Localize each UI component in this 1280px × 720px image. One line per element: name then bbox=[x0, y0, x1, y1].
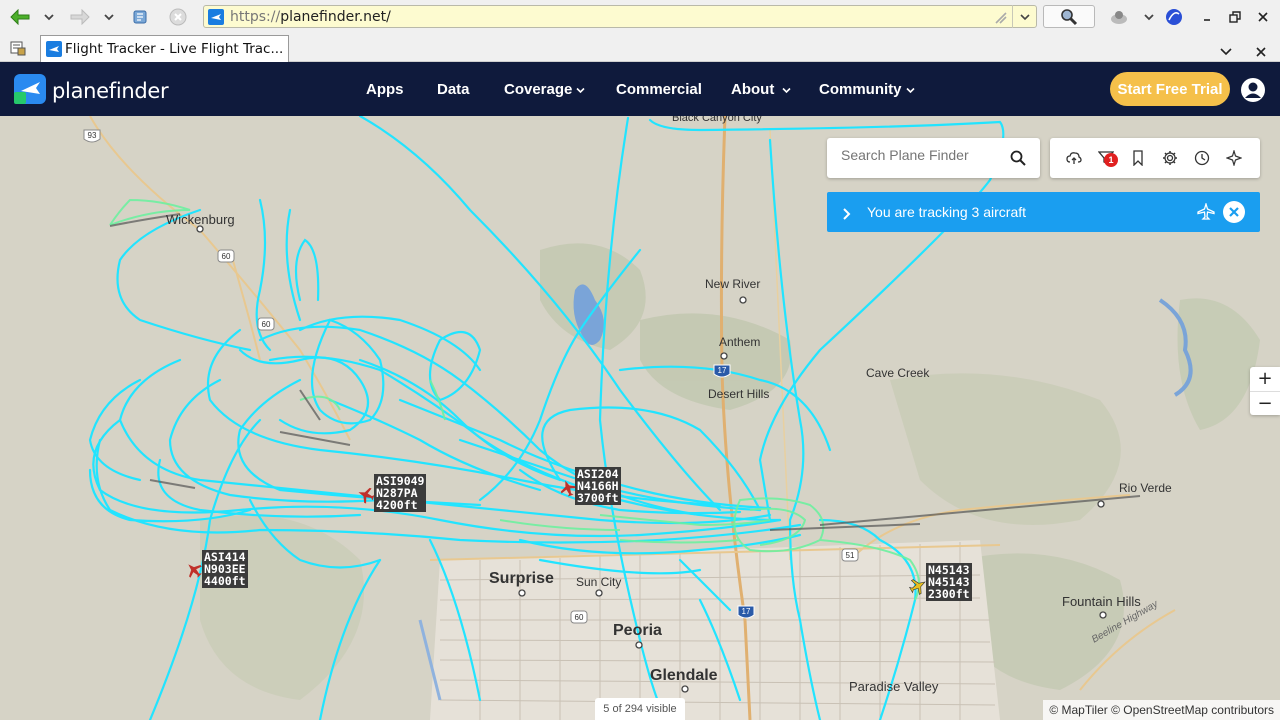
place-label: Cave Creek bbox=[866, 366, 930, 380]
visible-count-badge: 5 of 294 visible bbox=[595, 698, 685, 720]
tab-title: Flight Tracker - Live Flight Trac... bbox=[65, 41, 284, 57]
browser-toolbar: https://planefinder.net/ bbox=[0, 0, 1280, 34]
tracking-text: You are tracking 3 aircraft bbox=[867, 204, 1027, 220]
svg-text:51: 51 bbox=[846, 551, 855, 560]
nav-apps[interactable]: Apps bbox=[366, 81, 404, 98]
svg-text:17: 17 bbox=[718, 366, 727, 375]
nav-community[interactable]: Community bbox=[819, 81, 915, 98]
nav-about[interactable]: About bbox=[731, 81, 791, 98]
place-label: Desert Hills bbox=[708, 387, 770, 401]
stop-icon[interactable] bbox=[168, 6, 188, 28]
search-icon[interactable] bbox=[1010, 150, 1026, 170]
place-label: Anthem bbox=[719, 335, 761, 349]
url-text: https://planefinder.net/ bbox=[230, 9, 391, 25]
back-history-chevron-icon[interactable] bbox=[40, 6, 58, 28]
place-label: Fountain Hills bbox=[1062, 594, 1141, 609]
search-input[interactable] bbox=[841, 147, 1001, 163]
tab-favicon-icon bbox=[46, 41, 62, 61]
place-label: New River bbox=[705, 277, 761, 291]
zoom-in-button[interactable]: + bbox=[1250, 367, 1280, 391]
search-panel bbox=[827, 138, 1040, 178]
tab-list-chevron-icon[interactable] bbox=[1220, 42, 1232, 61]
close-tab-icon[interactable] bbox=[1256, 42, 1266, 61]
chevron-down-icon bbox=[782, 87, 791, 94]
start-free-trial-button[interactable]: Start Free Trial bbox=[1110, 72, 1230, 106]
forward-history-chevron-icon[interactable] bbox=[100, 6, 118, 28]
place-label: Sun City bbox=[576, 575, 622, 589]
site-header: planefinder Apps Data Coverage Commercia… bbox=[0, 62, 1280, 116]
svg-text:60: 60 bbox=[262, 320, 271, 329]
place-label: Black Canyon City bbox=[672, 116, 762, 124]
nav-coverage[interactable]: Coverage bbox=[504, 81, 585, 98]
chevron-right-icon[interactable] bbox=[842, 205, 852, 224]
history-icon[interactable] bbox=[130, 6, 150, 28]
zoom-control: + − bbox=[1250, 367, 1280, 415]
planefinder-logo[interactable]: planefinder bbox=[14, 74, 169, 108]
tracked-plane-icon[interactable] bbox=[1197, 201, 1215, 225]
tab-list-icon[interactable] bbox=[10, 40, 26, 60]
aircraft-altitude: 4200ft bbox=[376, 498, 418, 512]
extension-menu-chevron-icon[interactable] bbox=[1140, 6, 1158, 28]
history-clock-icon[interactable] bbox=[1194, 150, 1210, 166]
svg-text:60: 60 bbox=[222, 252, 231, 261]
upload-cloud-icon[interactable] bbox=[1066, 150, 1082, 166]
place-label: Glendale bbox=[650, 667, 718, 684]
minimize-window-icon[interactable] bbox=[1198, 6, 1216, 28]
tab-bar: Flight Tracker - Live Flight Trac... bbox=[0, 34, 1280, 62]
place-label: Paradise Valley bbox=[849, 679, 939, 694]
nav-commercial[interactable]: Commercial bbox=[616, 81, 702, 98]
aircraft-label[interactable]: N45143 N45143 2300ft bbox=[926, 563, 972, 601]
bookmark-icon[interactable] bbox=[1130, 150, 1146, 167]
aircraft-label[interactable]: ASI414 N903EE 4400ft bbox=[202, 550, 248, 588]
place-label: Peoria bbox=[613, 622, 662, 639]
forward-arrow-icon[interactable] bbox=[68, 6, 92, 28]
playback-plane-icon[interactable] bbox=[1225, 148, 1243, 168]
zoom-out-button[interactable]: − bbox=[1250, 391, 1280, 415]
site-favicon-icon bbox=[208, 9, 224, 29]
aircraft-label[interactable]: ASI204 N4166H 3700ft bbox=[575, 467, 621, 505]
filter-count-badge: 1 bbox=[1104, 153, 1118, 167]
svg-text:60: 60 bbox=[575, 613, 584, 622]
browser-search-button[interactable] bbox=[1043, 5, 1095, 28]
restore-window-icon[interactable] bbox=[1226, 6, 1244, 28]
logo-text: planefinder bbox=[52, 79, 169, 103]
close-tracking-icon[interactable] bbox=[1223, 201, 1245, 223]
nav-about-label: About bbox=[731, 81, 775, 98]
aircraft-altitude: 4400ft bbox=[204, 574, 246, 588]
svg-text:17: 17 bbox=[742, 607, 751, 616]
logo-mark-icon bbox=[14, 74, 46, 108]
chevron-down-icon bbox=[576, 87, 585, 94]
bookmark-tag-icon[interactable] bbox=[994, 10, 1008, 29]
chevron-down-icon bbox=[905, 87, 915, 94]
aircraft-altitude: 2300ft bbox=[928, 587, 970, 601]
address-bar[interactable]: https://planefinder.net/ bbox=[203, 5, 1037, 28]
place-label: Surprise bbox=[489, 570, 554, 587]
map-tools-panel: 1 bbox=[1050, 138, 1260, 178]
nav-community-label: Community bbox=[819, 81, 902, 98]
aircraft-altitude: 3700ft bbox=[577, 491, 619, 505]
browser-logo-icon[interactable] bbox=[1164, 6, 1184, 28]
place-label: Rio Verde bbox=[1119, 481, 1172, 495]
settings-gear-icon[interactable] bbox=[1162, 150, 1178, 166]
nav-coverage-label: Coverage bbox=[504, 81, 573, 98]
nav-data[interactable]: Data bbox=[437, 81, 470, 98]
account-icon[interactable] bbox=[1240, 77, 1266, 107]
svg-text:93: 93 bbox=[88, 131, 97, 140]
url-dropdown-icon[interactable] bbox=[1012, 5, 1037, 28]
back-arrow-icon[interactable] bbox=[8, 6, 32, 28]
map-attribution[interactable]: © MapTiler © OpenStreetMap contributors bbox=[1043, 700, 1280, 720]
place-label: Wickenburg bbox=[166, 212, 235, 227]
tracking-banner[interactable]: You are tracking 3 aircraft bbox=[827, 192, 1260, 232]
active-tab[interactable]: Flight Tracker - Live Flight Trac... bbox=[40, 35, 289, 62]
search-magnifier-icon bbox=[1060, 8, 1078, 30]
aircraft-label[interactable]: ASI9049 N287PA 4200ft bbox=[374, 474, 427, 512]
close-window-icon[interactable] bbox=[1254, 6, 1272, 28]
extension-icon[interactable] bbox=[1108, 6, 1130, 28]
